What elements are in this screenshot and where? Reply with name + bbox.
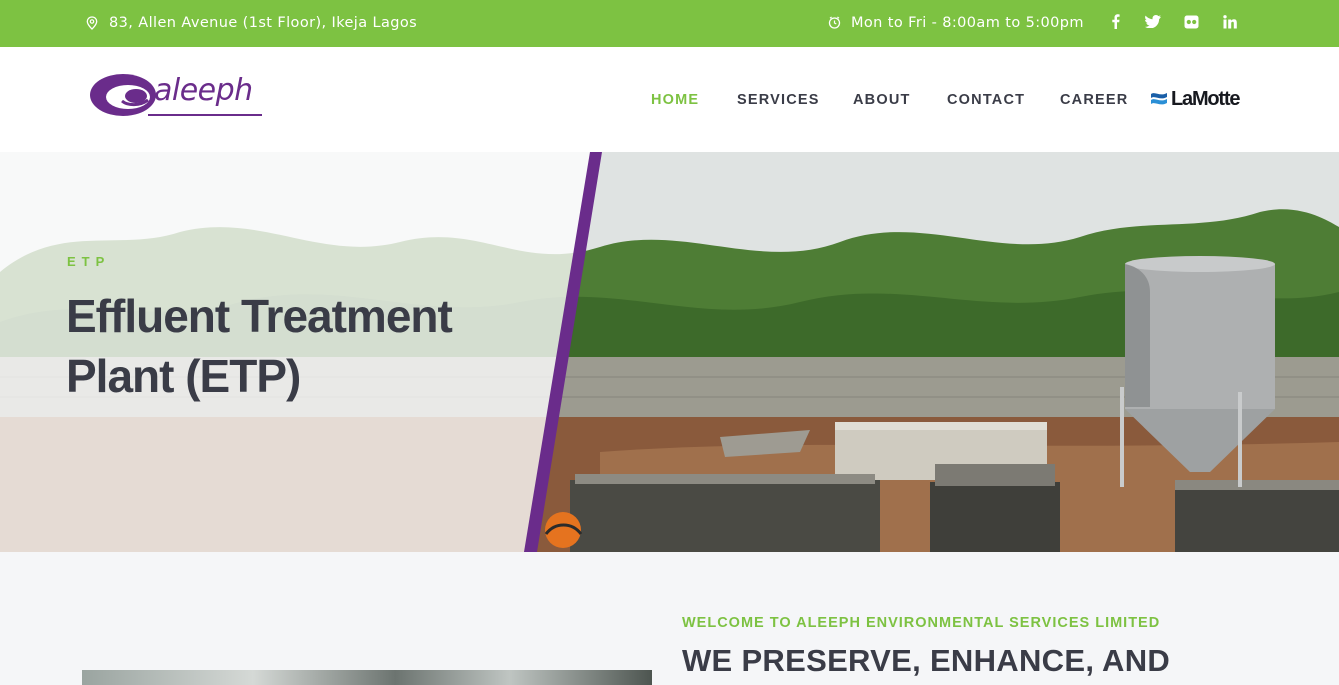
aleeph-logo[interactable]: aleeph (88, 71, 268, 123)
facebook-icon[interactable] (1105, 0, 1125, 43)
nav-contact[interactable]: CONTACT (947, 47, 1025, 152)
nav-career[interactable]: CAREER (1060, 47, 1128, 152)
flickr-icon[interactable] (1181, 0, 1201, 43)
linkedin-icon[interactable] (1220, 0, 1240, 43)
office-hours: Mon to Fri - 8:00am to 5:00pm (828, 0, 1084, 45)
lamotte-wordmark: LaMotte (1171, 87, 1240, 110)
welcome-eyebrow: WELCOME TO ALEEPH ENVIRONMENTAL SERVICES… (682, 615, 1161, 631)
hero-title: Effluent Treatment Plant (ETP) (66, 290, 453, 402)
lamotte-wave-icon (1151, 93, 1167, 105)
hours-text: Mon to Fri - 8:00am to 5:00pm (851, 14, 1084, 31)
top-bar: 83, Allen Avenue (1st Floor), Ikeja Lago… (0, 0, 1339, 47)
hero-eyebrow: ETP (67, 254, 111, 269)
location-pin-icon (86, 15, 98, 30)
nav-about[interactable]: ABOUT (853, 47, 911, 152)
address-text: 83, Allen Avenue (1st Floor), Ikeja Lago… (109, 14, 418, 31)
nav-home[interactable]: HOME (651, 47, 699, 152)
nav-services[interactable]: SERVICES (737, 47, 820, 152)
twitter-icon[interactable] (1143, 0, 1163, 43)
logo-underline (148, 114, 262, 116)
site-header: aleeph HOME SERVICES ABOUT CONTACT CAREE… (0, 47, 1339, 152)
lamotte-partner-logo[interactable]: LaMotte (1150, 87, 1240, 111)
logo-wordmark: aleeph (154, 73, 253, 108)
intro-image (82, 670, 652, 685)
clock-icon (828, 16, 841, 29)
intro-headline: WE PRESERVE, ENHANCE, AND (682, 643, 1171, 678)
hero-banner: ETP Effluent Treatment Plant (ETP) (0, 152, 1339, 552)
address: 83, Allen Avenue (1st Floor), Ikeja Lago… (86, 0, 417, 45)
